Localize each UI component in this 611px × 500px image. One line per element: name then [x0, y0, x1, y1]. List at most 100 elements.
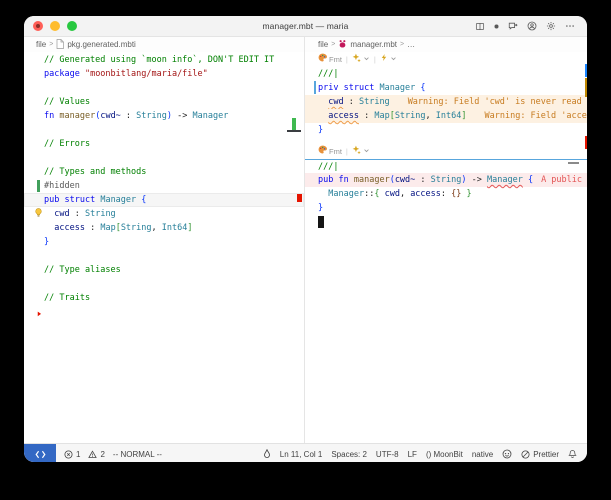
codelens-action[interactable] — [380, 53, 397, 67]
eol-indicator[interactable]: LF — [408, 450, 417, 459]
breadcrumb-root[interactable]: file — [318, 40, 328, 49]
problems-warnings[interactable]: 2 — [88, 450, 104, 459]
code-token: ] — [461, 111, 466, 121]
code-line[interactable]: Manager::{ cwd, access: {} } — [305, 187, 587, 201]
statusbar-item-label: -- NORMAL -- — [113, 450, 162, 459]
close-button[interactable] — [33, 21, 43, 31]
breadcrumb-separator: > — [400, 41, 404, 48]
codelens-row[interactable]: Fmt | — [305, 145, 587, 159]
code-line[interactable]: // Type aliases — [24, 263, 304, 277]
breadcrumb-left: file > pkg.generated.mbti — [24, 39, 305, 51]
text-cursor — [318, 216, 324, 228]
code-line[interactable]: access : Map[String, Int64]Warning: Fiel… — [305, 109, 587, 123]
code-line[interactable]: // Values — [24, 95, 304, 109]
code-line[interactable]: pub struct Manager { — [24, 193, 304, 207]
chevron-down-icon — [363, 145, 370, 159]
code-line[interactable]: // Types and methods — [24, 165, 304, 179]
notifications-bell[interactable] — [568, 449, 577, 459]
code-token: } — [467, 189, 472, 199]
split-editor-icon[interactable] — [475, 22, 485, 31]
vim-mode[interactable]: -- NORMAL -- — [113, 450, 162, 459]
encoding[interactable]: UTF-8 — [376, 450, 399, 459]
codelens-action[interactable]: Fmt — [318, 53, 342, 67]
editor-group: // Generated using `moon info`, DON'T ED… — [24, 52, 587, 443]
code-token: } — [318, 203, 323, 213]
error-tick-icon — [37, 308, 43, 322]
editor-left[interactable]: // Generated using `moon info`, DON'T ED… — [24, 52, 304, 443]
code-line[interactable] — [24, 81, 304, 95]
code-line[interactable]: package "moonbitlang/maria/file" — [24, 67, 304, 81]
codelens-row[interactable]: Fmt|| — [305, 53, 587, 67]
code-line[interactable]: ///| — [305, 159, 587, 173]
code-line[interactable]: access : Map[String, Int64] — [24, 221, 304, 235]
code-line[interactable] — [305, 137, 587, 145]
code-token — [318, 111, 328, 121]
problems-errors[interactable]: 1 — [64, 450, 80, 459]
code-line[interactable]: // Traits — [24, 291, 304, 305]
code-token: fn — [44, 111, 54, 121]
code-token — [44, 223, 54, 233]
code-token: ///| — [318, 162, 338, 172]
copilot-status[interactable] — [502, 449, 512, 459]
overview-error-mark — [585, 136, 587, 149]
cursor-position[interactable]: Ln 11, Col 1 — [280, 450, 323, 459]
prettier-icon — [521, 450, 530, 459]
bell-icon — [568, 449, 577, 459]
settings-gear-icon[interactable] — [546, 21, 556, 31]
breadcrumb-file[interactable]: pkg.generated.mbti — [67, 40, 136, 49]
codelens-action[interactable]: Fmt — [318, 145, 342, 159]
code-token: struct — [344, 83, 375, 93]
code-line[interactable] — [305, 215, 587, 229]
code-line[interactable] — [24, 249, 304, 263]
breadcrumb-separator: > — [49, 41, 53, 48]
code-line[interactable] — [24, 277, 304, 291]
code-line[interactable] — [24, 305, 304, 319]
account-icon[interactable] — [527, 21, 537, 31]
code-token: Map — [100, 223, 115, 233]
error-icon — [64, 450, 73, 459]
language-mode[interactable]: () MoonBit — [426, 450, 463, 459]
code-token: // Traits — [44, 293, 90, 303]
code-line[interactable]: cwd : StringWarning: Field 'cwd' is neve… — [305, 95, 587, 109]
more-actions-icon[interactable] — [565, 24, 575, 28]
file-icon — [56, 39, 64, 51]
code-line[interactable]: priv struct Manager { — [305, 81, 587, 95]
codelens-action[interactable] — [352, 53, 370, 67]
codelens-action[interactable] — [352, 145, 370, 159]
unsaved-dot-icon[interactable] — [494, 24, 499, 29]
code-token: : — [121, 111, 136, 121]
codelens-separator: | — [346, 145, 348, 159]
code-line[interactable] — [24, 151, 304, 165]
code-line[interactable]: fn manager(cwd~ : String) -> Manager — [24, 109, 304, 123]
overview-error-mark — [297, 194, 302, 202]
code-token: :: — [364, 189, 374, 199]
code-line[interactable]: } — [24, 235, 304, 249]
code-line[interactable] — [24, 123, 304, 137]
indentation[interactable]: Spaces: 2 — [331, 450, 367, 459]
code-token: Int64 — [162, 223, 188, 233]
chevron-down-icon — [363, 53, 370, 67]
code-token — [44, 209, 54, 219]
remote-indicator[interactable] — [24, 444, 56, 462]
chat-icon[interactable] — [508, 21, 518, 31]
zoom-button[interactable] — [67, 21, 77, 31]
minimize-button[interactable] — [50, 21, 60, 31]
flame-indicator[interactable] — [263, 449, 271, 459]
build-target[interactable]: native — [472, 450, 493, 459]
statusbar-item-label: UTF-8 — [376, 450, 399, 459]
breadcrumb-symbol-tail[interactable]: … — [407, 40, 415, 49]
code-line[interactable]: ///| — [305, 67, 587, 81]
code-line[interactable]: } — [305, 123, 587, 137]
code-line[interactable]: // Errors — [24, 137, 304, 151]
breadcrumb-root[interactable]: file — [36, 40, 46, 49]
code-line[interactable]: pub fn manager(cwd~ : String) -> Manager… — [305, 173, 587, 187]
code-token: Manager — [328, 189, 364, 199]
formatter-status[interactable]: Prettier — [521, 450, 559, 459]
code-line[interactable]: cwd : String — [24, 207, 304, 221]
breadcrumb-file[interactable]: manager.mbt — [350, 40, 397, 49]
code-line[interactable]: #hidden — [24, 179, 304, 193]
editor-right[interactable]: Fmt||///|priv struct Manager { cwd : Str… — [305, 52, 587, 443]
overview-warning-mark — [585, 78, 587, 97]
code-line[interactable]: } — [305, 201, 587, 215]
code-line[interactable]: // Generated using `moon info`, DON'T ED… — [24, 53, 304, 67]
